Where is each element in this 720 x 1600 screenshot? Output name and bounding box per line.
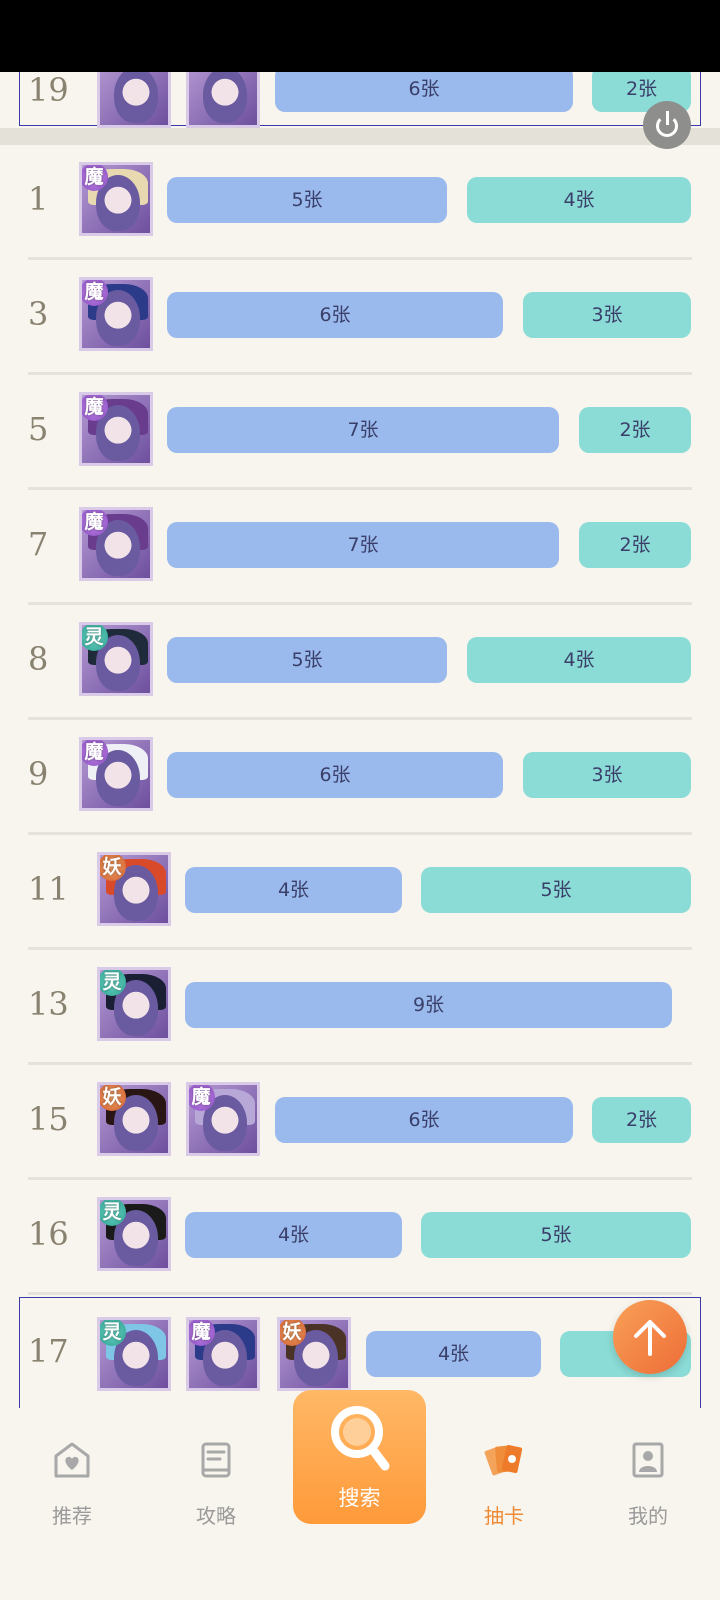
card-count-bar-teal: 3张 (523, 292, 691, 338)
faction-yao-badge: 妖 (100, 1085, 126, 1111)
tab-label: 抽卡 (484, 1504, 524, 1528)
list-item[interactable]: 5 魔 7张 2张 (0, 375, 720, 490)
card-count-bar-blue: 5张 (167, 637, 447, 683)
card-count-bar-blue: 6张 (275, 66, 573, 112)
card-count-bar-teal: 3张 (523, 752, 691, 798)
faction-yao-badge: 妖 (280, 1320, 306, 1346)
arrow-up-icon (634, 1320, 666, 1356)
scroll-to-top-button[interactable] (613, 1300, 687, 1374)
row-number: 11 (28, 870, 69, 908)
list-item[interactable]: 16 灵 4张 5张 (0, 1180, 720, 1295)
cards-icon (484, 1444, 523, 1476)
card-count-bar-blue: 6张 (275, 1097, 573, 1143)
tab-mine[interactable]: 我的 (593, 1430, 703, 1540)
card-count-bar-blue: 6张 (167, 752, 503, 798)
faction-ling-badge: 灵 (100, 1320, 126, 1346)
hero-avatar[interactable]: 魔 (79, 277, 153, 351)
tab-home[interactable]: 推荐 (17, 1430, 127, 1540)
tab-label: 攻略 (196, 1504, 236, 1528)
faction-mo-badge: 魔 (82, 740, 108, 766)
power-icon[interactable] (643, 101, 691, 149)
tab-label: 推荐 (52, 1504, 92, 1528)
hero-avatar[interactable]: 魔 (79, 737, 153, 811)
tab-label: 我的 (628, 1504, 668, 1528)
card-count-bar-teal: 2张 (592, 1097, 691, 1143)
hero-avatar[interactable]: 灵 (97, 967, 171, 1041)
card-count-bar-teal: 5张 (421, 1212, 691, 1258)
list-item[interactable]: 9 魔 6张 3张 (0, 720, 720, 835)
row-number: 3 (28, 295, 49, 333)
card-count-bar-blue: 9张 (185, 982, 672, 1028)
row-number: 5 (28, 410, 49, 448)
card-count-bar-blue: 4张 (366, 1331, 541, 1377)
card-count-bar-blue: 5张 (167, 177, 447, 223)
hero-avatar[interactable]: 魔 (186, 1082, 260, 1156)
hero-avatar[interactable]: 魔 (79, 162, 153, 236)
card-count-bar-teal: 4张 (467, 637, 691, 683)
hero-avatar[interactable]: 灵 (97, 1317, 171, 1391)
hero-avatar[interactable]: 妖 (97, 852, 171, 926)
card-count-bar-teal: 2张 (579, 407, 691, 453)
tab-label: 搜索 (338, 1486, 381, 1510)
list-item[interactable]: 1 魔 5张 4张 (0, 145, 720, 260)
status-bar (0, 0, 720, 72)
list-item[interactable]: 15 妖 魔 6张 2张 (0, 1065, 720, 1180)
row-number: 17 (28, 1332, 69, 1370)
card-count-bar-blue: 4张 (185, 1212, 402, 1258)
profile-icon (632, 1442, 664, 1478)
faction-mo-badge: 魔 (189, 1085, 215, 1111)
list-item[interactable]: 8 灵 5张 4张 (0, 605, 720, 720)
card-count-bar-blue: 7张 (167, 522, 559, 568)
hero-avatar[interactable]: 灵 (97, 1197, 171, 1271)
hero-avatar[interactable]: 魔 (79, 507, 153, 581)
search-icon (331, 1406, 390, 1471)
search-button[interactable]: 搜索 (293, 1390, 426, 1524)
list-item[interactable]: 11 妖 4张 5张 (0, 835, 720, 950)
faction-yao-badge: 妖 (100, 855, 126, 881)
faction-ling-badge: 灵 (82, 625, 108, 651)
faction-mo-badge: 魔 (189, 1320, 215, 1346)
faction-mo-badge: 魔 (82, 165, 108, 191)
row-number: 7 (28, 525, 49, 563)
section-divider (0, 128, 720, 145)
list-item[interactable]: 13 灵 9张 (0, 950, 720, 1065)
row-number: 1 (28, 180, 49, 218)
list-item[interactable]: 3 魔 6张 3张 (0, 260, 720, 375)
card-count-bar-blue: 4张 (185, 867, 402, 913)
book-icon (201, 1442, 231, 1478)
heart-home-icon (54, 1442, 90, 1478)
row-number: 13 (28, 985, 69, 1023)
faction-ling-badge: 灵 (100, 1200, 126, 1226)
hero-avatar[interactable]: 妖 (277, 1317, 351, 1391)
tab-guide[interactable]: 攻略 (161, 1430, 271, 1540)
card-count-bar-teal: 2张 (579, 522, 691, 568)
hero-avatar[interactable]: 灵 (79, 622, 153, 696)
card-count-bar-teal: 4张 (467, 177, 691, 223)
row-number: 9 (28, 755, 49, 793)
faction-mo-badge: 魔 (82, 510, 108, 536)
row-number: 16 (28, 1215, 69, 1253)
row-number: 15 (28, 1100, 69, 1138)
tab-draw-card[interactable]: 抽卡 (449, 1430, 559, 1540)
hero-avatar[interactable]: 魔 (186, 1317, 260, 1391)
row-number: 8 (28, 640, 49, 678)
hero-avatar[interactable]: 魔 (79, 392, 153, 466)
card-count-bar-blue: 7张 (167, 407, 559, 453)
row-number: 19 (28, 71, 69, 109)
app-screen: 19 6张 2张 1 魔 5张 4张 3 魔 6张 3张 5 魔 7张 2张 7… (0, 0, 720, 1600)
hero-avatar[interactable]: 妖 (97, 1082, 171, 1156)
card-count-bar-blue: 6张 (167, 292, 503, 338)
faction-ling-badge: 灵 (100, 970, 126, 996)
faction-mo-badge: 魔 (82, 395, 108, 421)
card-count-bar-teal: 5张 (421, 867, 691, 913)
list-item[interactable]: 7 魔 7张 2张 (0, 490, 720, 605)
faction-mo-badge: 魔 (82, 280, 108, 306)
